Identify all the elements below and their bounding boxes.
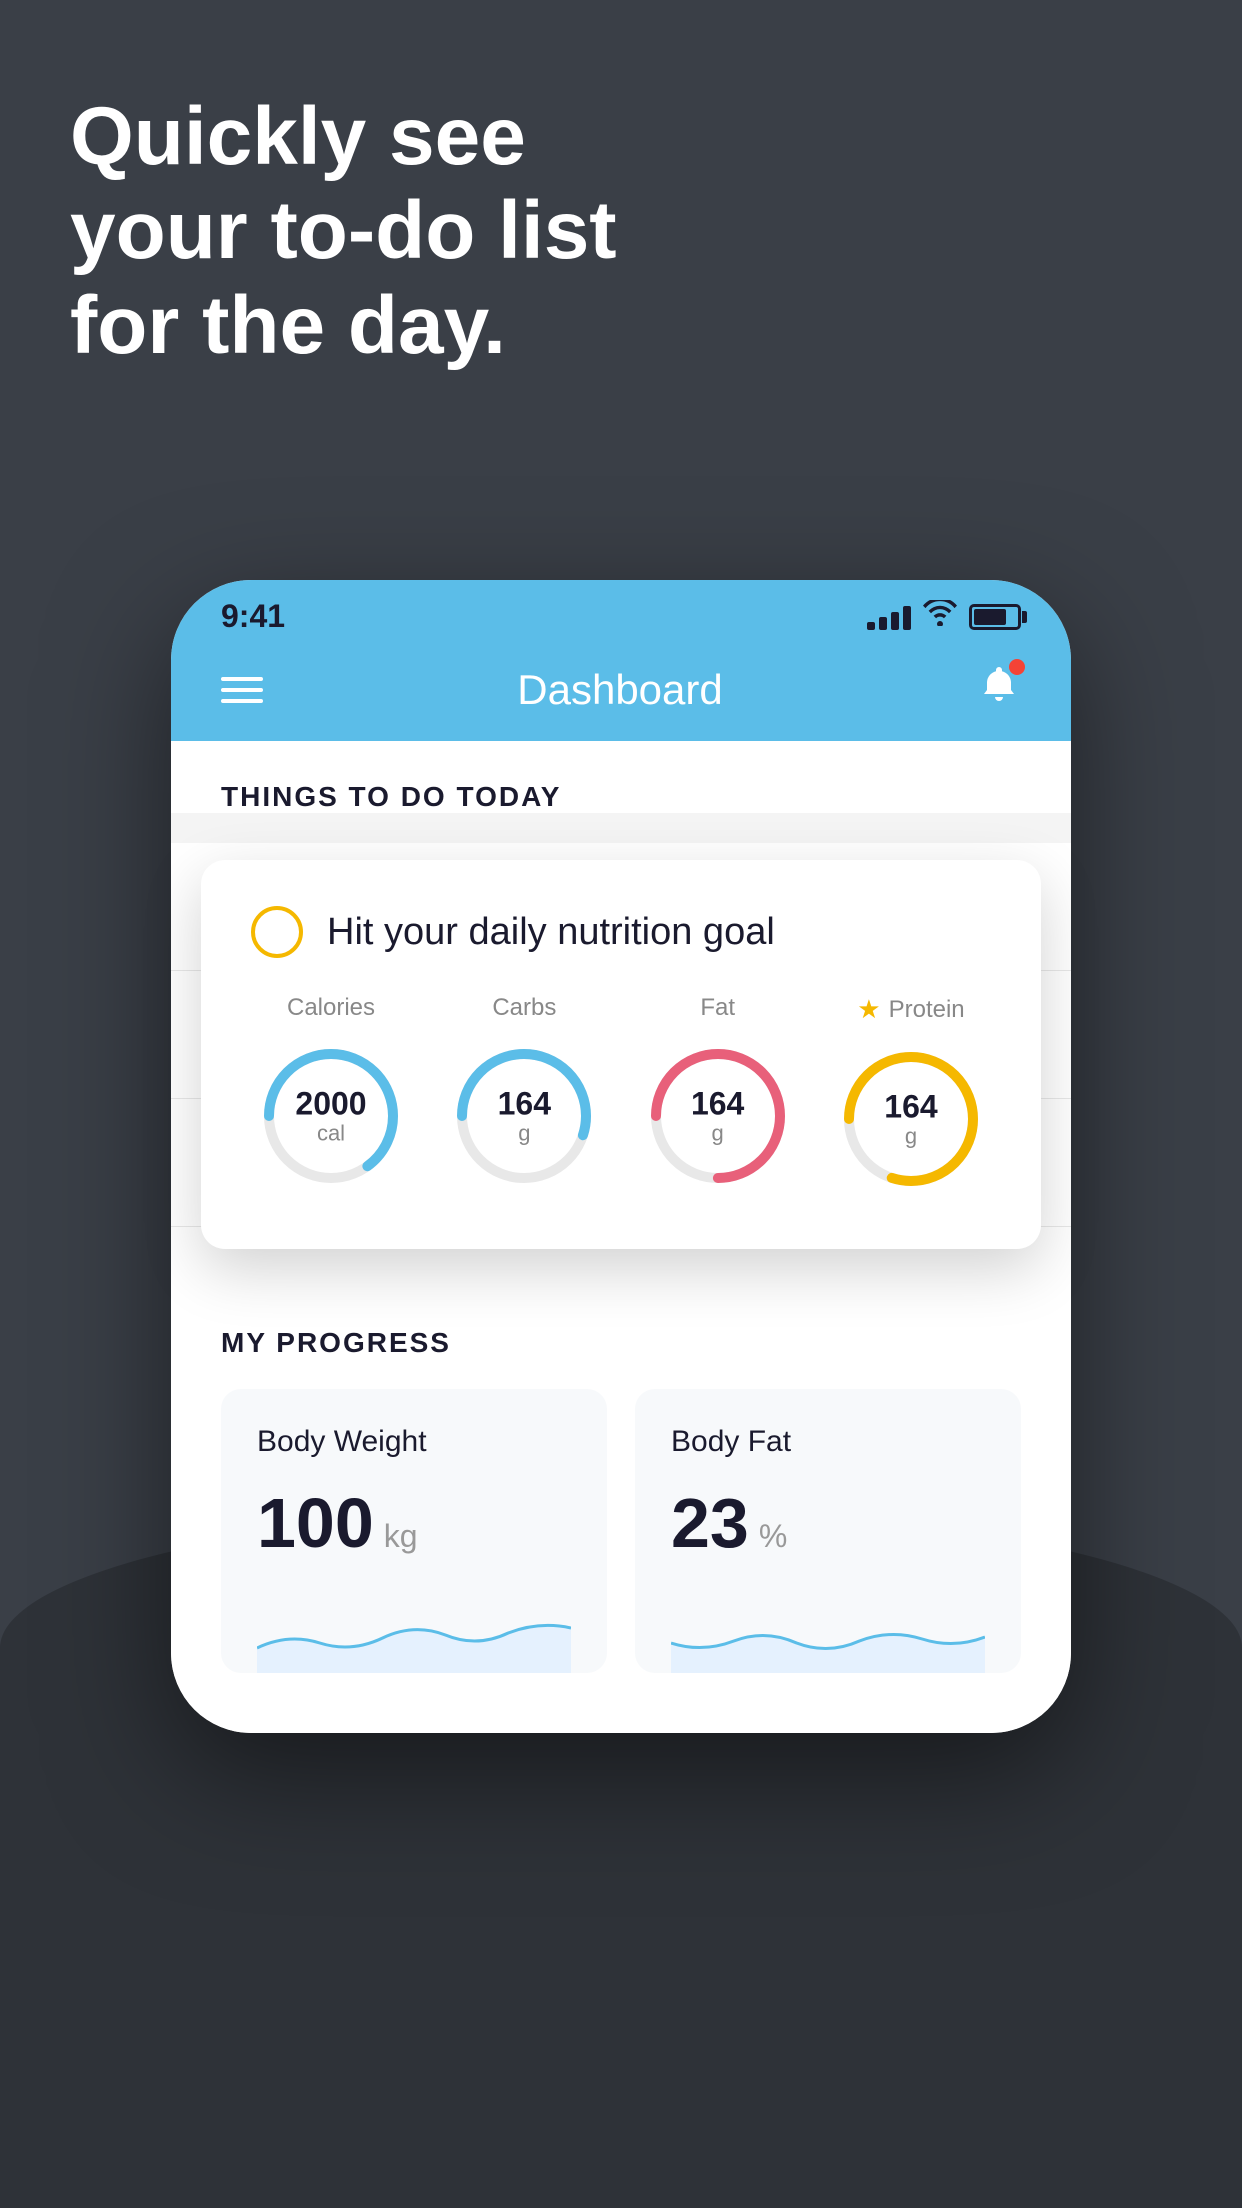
nutrition-card: Hit your daily nutrition goal Calories 2… [201, 860, 1041, 1249]
star-icon: ★ [857, 994, 880, 1025]
progress-cards: Body Weight 100 kg Body Fat [221, 1389, 1021, 1673]
nutrition-label: Calories [287, 994, 375, 1022]
body-fat-unit: % [759, 1518, 787, 1555]
circle-value: 164 [884, 1089, 937, 1124]
body-weight-chart [257, 1593, 571, 1673]
nutrition-item: Calories 2000 cal [251, 994, 411, 1199]
circle-unit: g [498, 1122, 551, 1146]
hero-text: Quickly see your to-do list for the day. [70, 90, 617, 373]
hero-line3: for the day. [70, 279, 617, 373]
nutrition-item: Carbs 164 g [444, 994, 604, 1199]
battery-icon [969, 604, 1021, 630]
circle-progress: 164 g [444, 1036, 604, 1196]
nav-bar: Dashboard [171, 645, 1071, 741]
app-content: THINGS TO DO TODAY [171, 741, 1071, 813]
bell-icon [977, 669, 1021, 716]
body-fat-chart [671, 1593, 985, 1673]
nutrition-label: Carbs [492, 994, 556, 1022]
body-fat-title: Body Fat [671, 1425, 985, 1459]
phone-mockup: 9:41 [171, 580, 1071, 1733]
hamburger-menu[interactable] [221, 677, 263, 703]
body-fat-value: 23 [671, 1483, 749, 1563]
circle-progress: 2000 cal [251, 1036, 411, 1196]
nutrition-grid: Calories 2000 cal Carbs 164 g Fat [251, 994, 991, 1199]
nutrition-item: ★Protein 164 g [831, 994, 991, 1199]
notification-bell-button[interactable] [977, 663, 1021, 717]
progress-section-title: MY PROGRESS [221, 1327, 1021, 1359]
wifi-icon [923, 600, 957, 633]
progress-section: MY PROGRESS Body Weight 100 kg [171, 1287, 1071, 1733]
nutrition-label: ★Protein [857, 994, 964, 1025]
nutrition-label: Fat [700, 994, 735, 1022]
hero-line2: your to-do list [70, 184, 617, 278]
nav-title: Dashboard [517, 666, 722, 714]
circle-value: 164 [498, 1086, 551, 1121]
circle-unit: g [691, 1122, 744, 1146]
circle-progress: 164 g [831, 1039, 991, 1199]
status-icons [867, 600, 1021, 633]
things-section-title: THINGS TO DO TODAY [221, 781, 1021, 813]
notification-dot [1009, 659, 1025, 675]
circle-value: 2000 [295, 1086, 366, 1121]
body-weight-title: Body Weight [257, 1425, 571, 1459]
circle-unit: cal [295, 1122, 366, 1146]
circle-progress: 164 g [638, 1036, 798, 1196]
circle-value: 164 [691, 1086, 744, 1121]
todo-circle-nutrition [251, 906, 303, 958]
signal-icon [867, 604, 911, 630]
hero-line1: Quickly see [70, 90, 617, 184]
body-fat-card[interactable]: Body Fat 23 % [635, 1389, 1021, 1673]
body-weight-value: 100 [257, 1483, 374, 1563]
nutrition-item: Fat 164 g [638, 994, 798, 1199]
body-weight-card[interactable]: Body Weight 100 kg [221, 1389, 607, 1673]
status-bar: 9:41 [171, 580, 1071, 645]
body-weight-unit: kg [384, 1518, 418, 1555]
nutrition-card-title: Hit your daily nutrition goal [327, 911, 775, 954]
circle-unit: g [884, 1125, 937, 1149]
status-time: 9:41 [221, 598, 285, 635]
